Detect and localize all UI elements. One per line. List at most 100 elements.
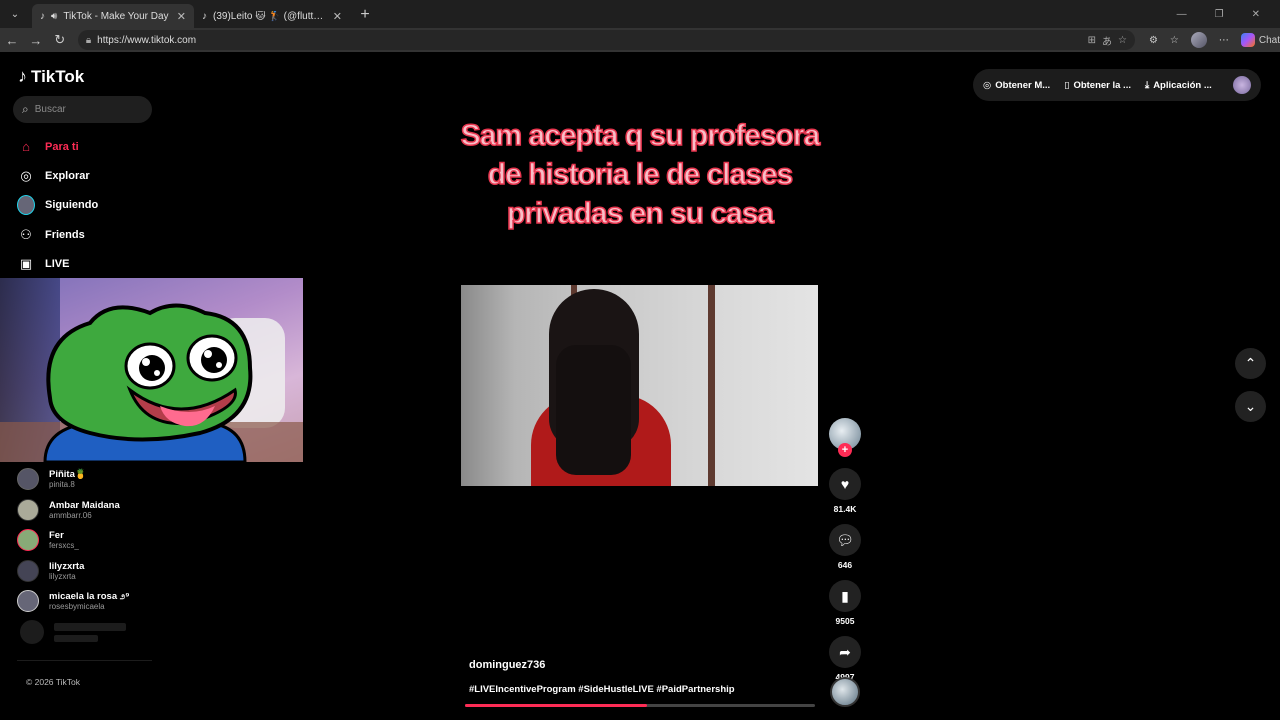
get-coins-button[interactable]: ◎ Obtener M... <box>983 80 1050 91</box>
copilot-icon <box>1240 33 1255 47</box>
close-tab-icon[interactable]: ✕ <box>333 10 342 23</box>
extensions-icon[interactable]: ⚙ <box>1149 35 1158 46</box>
avatar <box>17 195 35 216</box>
save-count: 9505 <box>835 616 855 626</box>
account-name: Fer <box>49 530 64 542</box>
lock-icon[interactable]: 🔒︎ <box>86 35 91 46</box>
follow-plus-icon[interactable]: + <box>838 443 852 457</box>
skeleton-avatar <box>20 620 44 644</box>
header-item-label: Obtener la ... <box>1073 79 1131 91</box>
new-tab-button[interactable]: + <box>354 4 376 26</box>
video-scene-pole <box>708 285 715 486</box>
back-icon[interactable]: ← <box>0 29 24 51</box>
sidebar-divider <box>17 660 152 661</box>
app-available-icon[interactable]: ⊞ <box>1088 35 1096 46</box>
heart-icon[interactable]: ♥ <box>829 468 861 500</box>
sidebar-item-label: Para ti <box>45 140 79 153</box>
tiktok-favicon-icon: ♪ <box>40 10 45 22</box>
compass-icon: ◎ <box>20 167 32 183</box>
sidebar-item-friends[interactable]: ⚇ Friends <box>17 220 98 249</box>
audio-playing-icon[interactable]: 🔊︎ <box>51 11 57 22</box>
search-bar[interactable]: ⌕ <box>13 96 152 123</box>
header-item-label: Obtener M... <box>995 79 1051 91</box>
loading-skeleton <box>20 620 126 644</box>
copilot-chat-button[interactable]: Chat <box>1240 33 1280 47</box>
video-progress-bar[interactable] <box>465 704 815 707</box>
video-player[interactable] <box>461 285 818 486</box>
video-hashtags[interactable]: #LIVEIncentiveProgram #SideHustleLIVE #P… <box>469 684 735 695</box>
like-count: 81.4K <box>833 504 857 514</box>
get-app-button[interactable]: ▯ Obtener la ... <box>1064 80 1131 91</box>
tab-actions-menu-icon[interactable]: ⌄ <box>4 3 26 25</box>
translate-icon[interactable]: あ <box>1102 33 1112 48</box>
account-handle: ammbarr.06 <box>49 510 92 520</box>
previous-video-button[interactable]: ⌃ <box>1235 348 1266 379</box>
frog-avatar-icon <box>43 303 253 462</box>
avatar <box>17 529 39 552</box>
account-name: Ambar Maidana <box>49 499 120 511</box>
favorites-icon[interactable]: ☆ <box>1170 35 1179 46</box>
close-tab-icon[interactable]: ✕ <box>177 10 186 23</box>
user-profile-avatar[interactable] <box>1233 76 1251 94</box>
address-bar[interactable]: 🔒︎ https://www.tiktok.com ⊞ あ ☆ <box>77 30 1135 50</box>
window-controls: — ❐ ✕ <box>1177 0 1280 28</box>
avatar <box>17 590 39 613</box>
browser-tab-leito[interactable]: ♪ (39)Leito 🐱 🏌 (@flutterangelwin ✕ <box>194 4 350 28</box>
forward-icon[interactable]: → <box>24 29 48 51</box>
logo-text: TikTok <box>31 66 85 86</box>
like-action[interactable]: ♥ 81.4K <box>829 468 861 516</box>
more-menu-icon[interactable]: ⋯ <box>1219 35 1229 46</box>
comment-action[interactable]: 💬︎ 646 <box>829 524 861 572</box>
search-input[interactable] <box>34 104 135 115</box>
avatar <box>17 468 39 491</box>
sidebar-item-para-ti[interactable]: ⌂ Para ti <box>17 132 98 161</box>
account-handle: lilyzxrta <box>49 571 76 581</box>
sidebar-item-siguiendo[interactable]: Siguiendo <box>17 191 98 220</box>
list-item[interactable]: lilyzxrta lilyzxrta <box>17 556 130 587</box>
list-item[interactable]: Ambar Maidana ammbarr.06 <box>17 495 130 526</box>
tiktok-logo[interactable]: ♪ TikTok <box>18 66 84 87</box>
coin-icon: ◎ <box>983 79 992 91</box>
share-icon[interactable]: ➦ <box>829 636 861 668</box>
header-actions: ◎ Obtener M... ▯ Obtener la ... ⤓ Aplica… <box>973 69 1261 101</box>
video-author[interactable]: dominguez736 <box>469 659 545 671</box>
video-scene-hair <box>556 345 631 475</box>
friends-icon: ⚇ <box>20 226 32 242</box>
sidebar-item-live[interactable]: ▣ LIVE <box>17 249 98 278</box>
minimize-icon[interactable]: — <box>1177 9 1187 20</box>
list-item[interactable]: Fer fersxcs_ <box>17 525 130 556</box>
desktop-app-button[interactable]: ⤓ Aplicación ... <box>1145 80 1212 91</box>
tab-title: (39)Leito 🐱 🏌 (@flutterangelwin <box>213 10 327 22</box>
save-action[interactable]: ▮ 9505 <box>829 580 861 628</box>
list-item[interactable]: micaela la rosa ೨⁹ rosesbymicaela <box>17 586 130 617</box>
account-handle: rosesbymicaela <box>49 602 105 612</box>
live-icon: ▣ <box>19 255 33 271</box>
next-video-button[interactable]: ⌄ <box>1235 391 1266 422</box>
music-disc-avatar[interactable] <box>830 677 860 707</box>
close-window-icon[interactable]: ✕ <box>1252 9 1260 20</box>
video-caption: Sam acepta q su profesora de historia le… <box>460 118 821 231</box>
list-item[interactable]: Piñita🍍 pinita.8 <box>17 464 130 495</box>
profile-avatar[interactable] <box>1190 32 1207 48</box>
comment-count: 646 <box>837 560 853 570</box>
streamer-webcam-overlay <box>0 278 303 462</box>
account-name: micaela la rosa ೨⁹ <box>49 591 130 603</box>
tiktok-favicon-icon: ♪ <box>202 10 207 22</box>
restore-icon[interactable]: ❐ <box>1215 9 1224 20</box>
tiktok-note-icon: ♪ <box>18 66 27 86</box>
reload-icon[interactable]: ↻ <box>48 29 72 51</box>
video-actions: + ♥ 81.4K 💬︎ 646 ▮ 9505 ➦ 4997 <box>829 418 861 684</box>
phone-icon: ▯ <box>1064 79 1070 91</box>
skeleton-line <box>54 634 98 642</box>
browser-tab-tiktok[interactable]: ♪ 🔊︎ TikTok - Make Your Day ✕ <box>32 4 194 28</box>
sidebar-item-label: Siguiendo <box>45 199 99 212</box>
sidebar-item-explorar[interactable]: ◎ Explorar <box>17 161 98 190</box>
comment-icon[interactable]: 💬︎ <box>829 524 861 556</box>
creator-avatar[interactable]: + <box>829 418 861 457</box>
toolbar-right: ⚙ ☆ ⋯ Chat <box>1149 32 1280 48</box>
chevron-down-icon: ⌄ <box>1244 398 1257 414</box>
bookmark-icon[interactable]: ▮ <box>829 580 861 612</box>
video-progress-fill <box>465 704 647 707</box>
favorite-star-icon[interactable]: ☆ <box>1118 35 1127 46</box>
search-icon[interactable]: ⌕ <box>22 102 29 117</box>
